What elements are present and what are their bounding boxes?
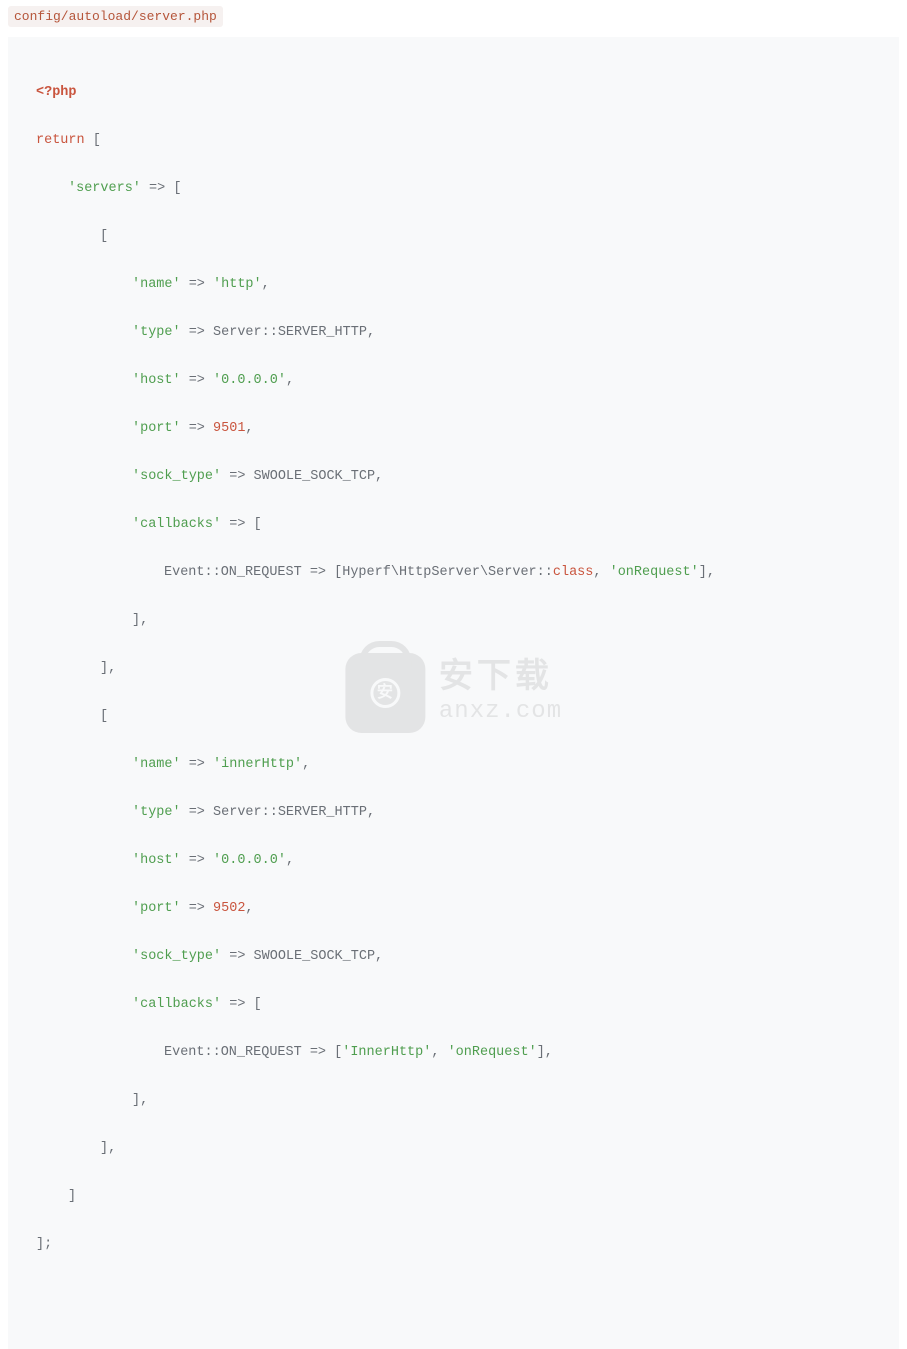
type-key: 'type' [132, 805, 181, 820]
event-line2: Event::ON_REQUEST => [ [164, 1045, 342, 1060]
port1-val: 9501 [213, 421, 245, 436]
code-text: => [ [221, 517, 262, 532]
type-key: 'type' [132, 325, 181, 340]
code-text: [ [85, 133, 101, 148]
type-val: Server::SERVER_HTTP, [213, 805, 375, 820]
code-text: ], [100, 661, 116, 676]
servers-key: 'servers' [68, 181, 141, 196]
sock-val: SWOOLE_SOCK_TCP, [254, 469, 384, 484]
code-text: ] [68, 1189, 76, 1204]
code-text: , [593, 565, 609, 580]
code-text: , [431, 1045, 447, 1060]
code-text: ], [100, 1141, 116, 1156]
sock-val: SWOOLE_SOCK_TCP, [254, 949, 384, 964]
code-text: ], [132, 613, 148, 628]
php-open-tag: <?php [36, 85, 77, 100]
port2-val: 9502 [213, 901, 245, 916]
code-text: => [ [141, 181, 182, 196]
code-text: => [181, 277, 213, 292]
port-key: 'port' [132, 901, 181, 916]
code-text: => [181, 373, 213, 388]
code-text: => [221, 469, 253, 484]
callbacks-key: 'callbacks' [132, 997, 221, 1012]
return-keyword: return [36, 133, 85, 148]
host-val: '0.0.0.0' [213, 853, 286, 868]
code-text: , [286, 853, 294, 868]
callbacks-key: 'callbacks' [132, 517, 221, 532]
code-text: [ [100, 229, 108, 244]
port-key: 'port' [132, 421, 181, 436]
type-val: Server::SERVER_HTTP, [213, 325, 375, 340]
code-text: => [181, 805, 213, 820]
code-text: , [262, 277, 270, 292]
innerhttp-str: 'InnerHttp' [342, 1045, 431, 1060]
code-text: , [245, 421, 253, 436]
code-text: => [181, 757, 213, 772]
sock-key: 'sock_type' [132, 949, 221, 964]
event-line: Event::ON_REQUEST => [Hyperf\HttpServer\… [164, 565, 553, 580]
sock-key: 'sock_type' [132, 469, 221, 484]
host-val: '0.0.0.0' [213, 373, 286, 388]
code-text: ], [132, 1093, 148, 1108]
innerhttp-val: 'innerHttp' [213, 757, 302, 772]
code-text: => [181, 853, 213, 868]
code-text: [ [100, 709, 108, 724]
code-text: => [221, 949, 253, 964]
code-text: , [302, 757, 310, 772]
code-text: , [245, 901, 253, 916]
code-text: => [181, 421, 213, 436]
class-keyword: class [553, 565, 594, 580]
code-text: => [181, 901, 213, 916]
host-key: 'host' [132, 373, 181, 388]
onrequest-str: 'onRequest' [448, 1045, 537, 1060]
watermark-badge: 安 [370, 678, 400, 708]
code-text: , [286, 373, 294, 388]
code-text: ], [699, 565, 715, 580]
code-text: ]; [36, 1237, 52, 1252]
name-key: 'name' [132, 757, 181, 772]
onrequest-str: 'onRequest' [610, 565, 699, 580]
code-text: ], [537, 1045, 553, 1060]
code-text: => [ [221, 997, 262, 1012]
http-val: 'http' [213, 277, 262, 292]
code-block: <?php return [ 'servers' => [ [ 'name' =… [8, 37, 899, 1349]
file-path-badge: config/autoload/server.php [8, 6, 223, 27]
name-key: 'name' [132, 277, 181, 292]
code-text: => [181, 325, 213, 340]
host-key: 'host' [132, 853, 181, 868]
